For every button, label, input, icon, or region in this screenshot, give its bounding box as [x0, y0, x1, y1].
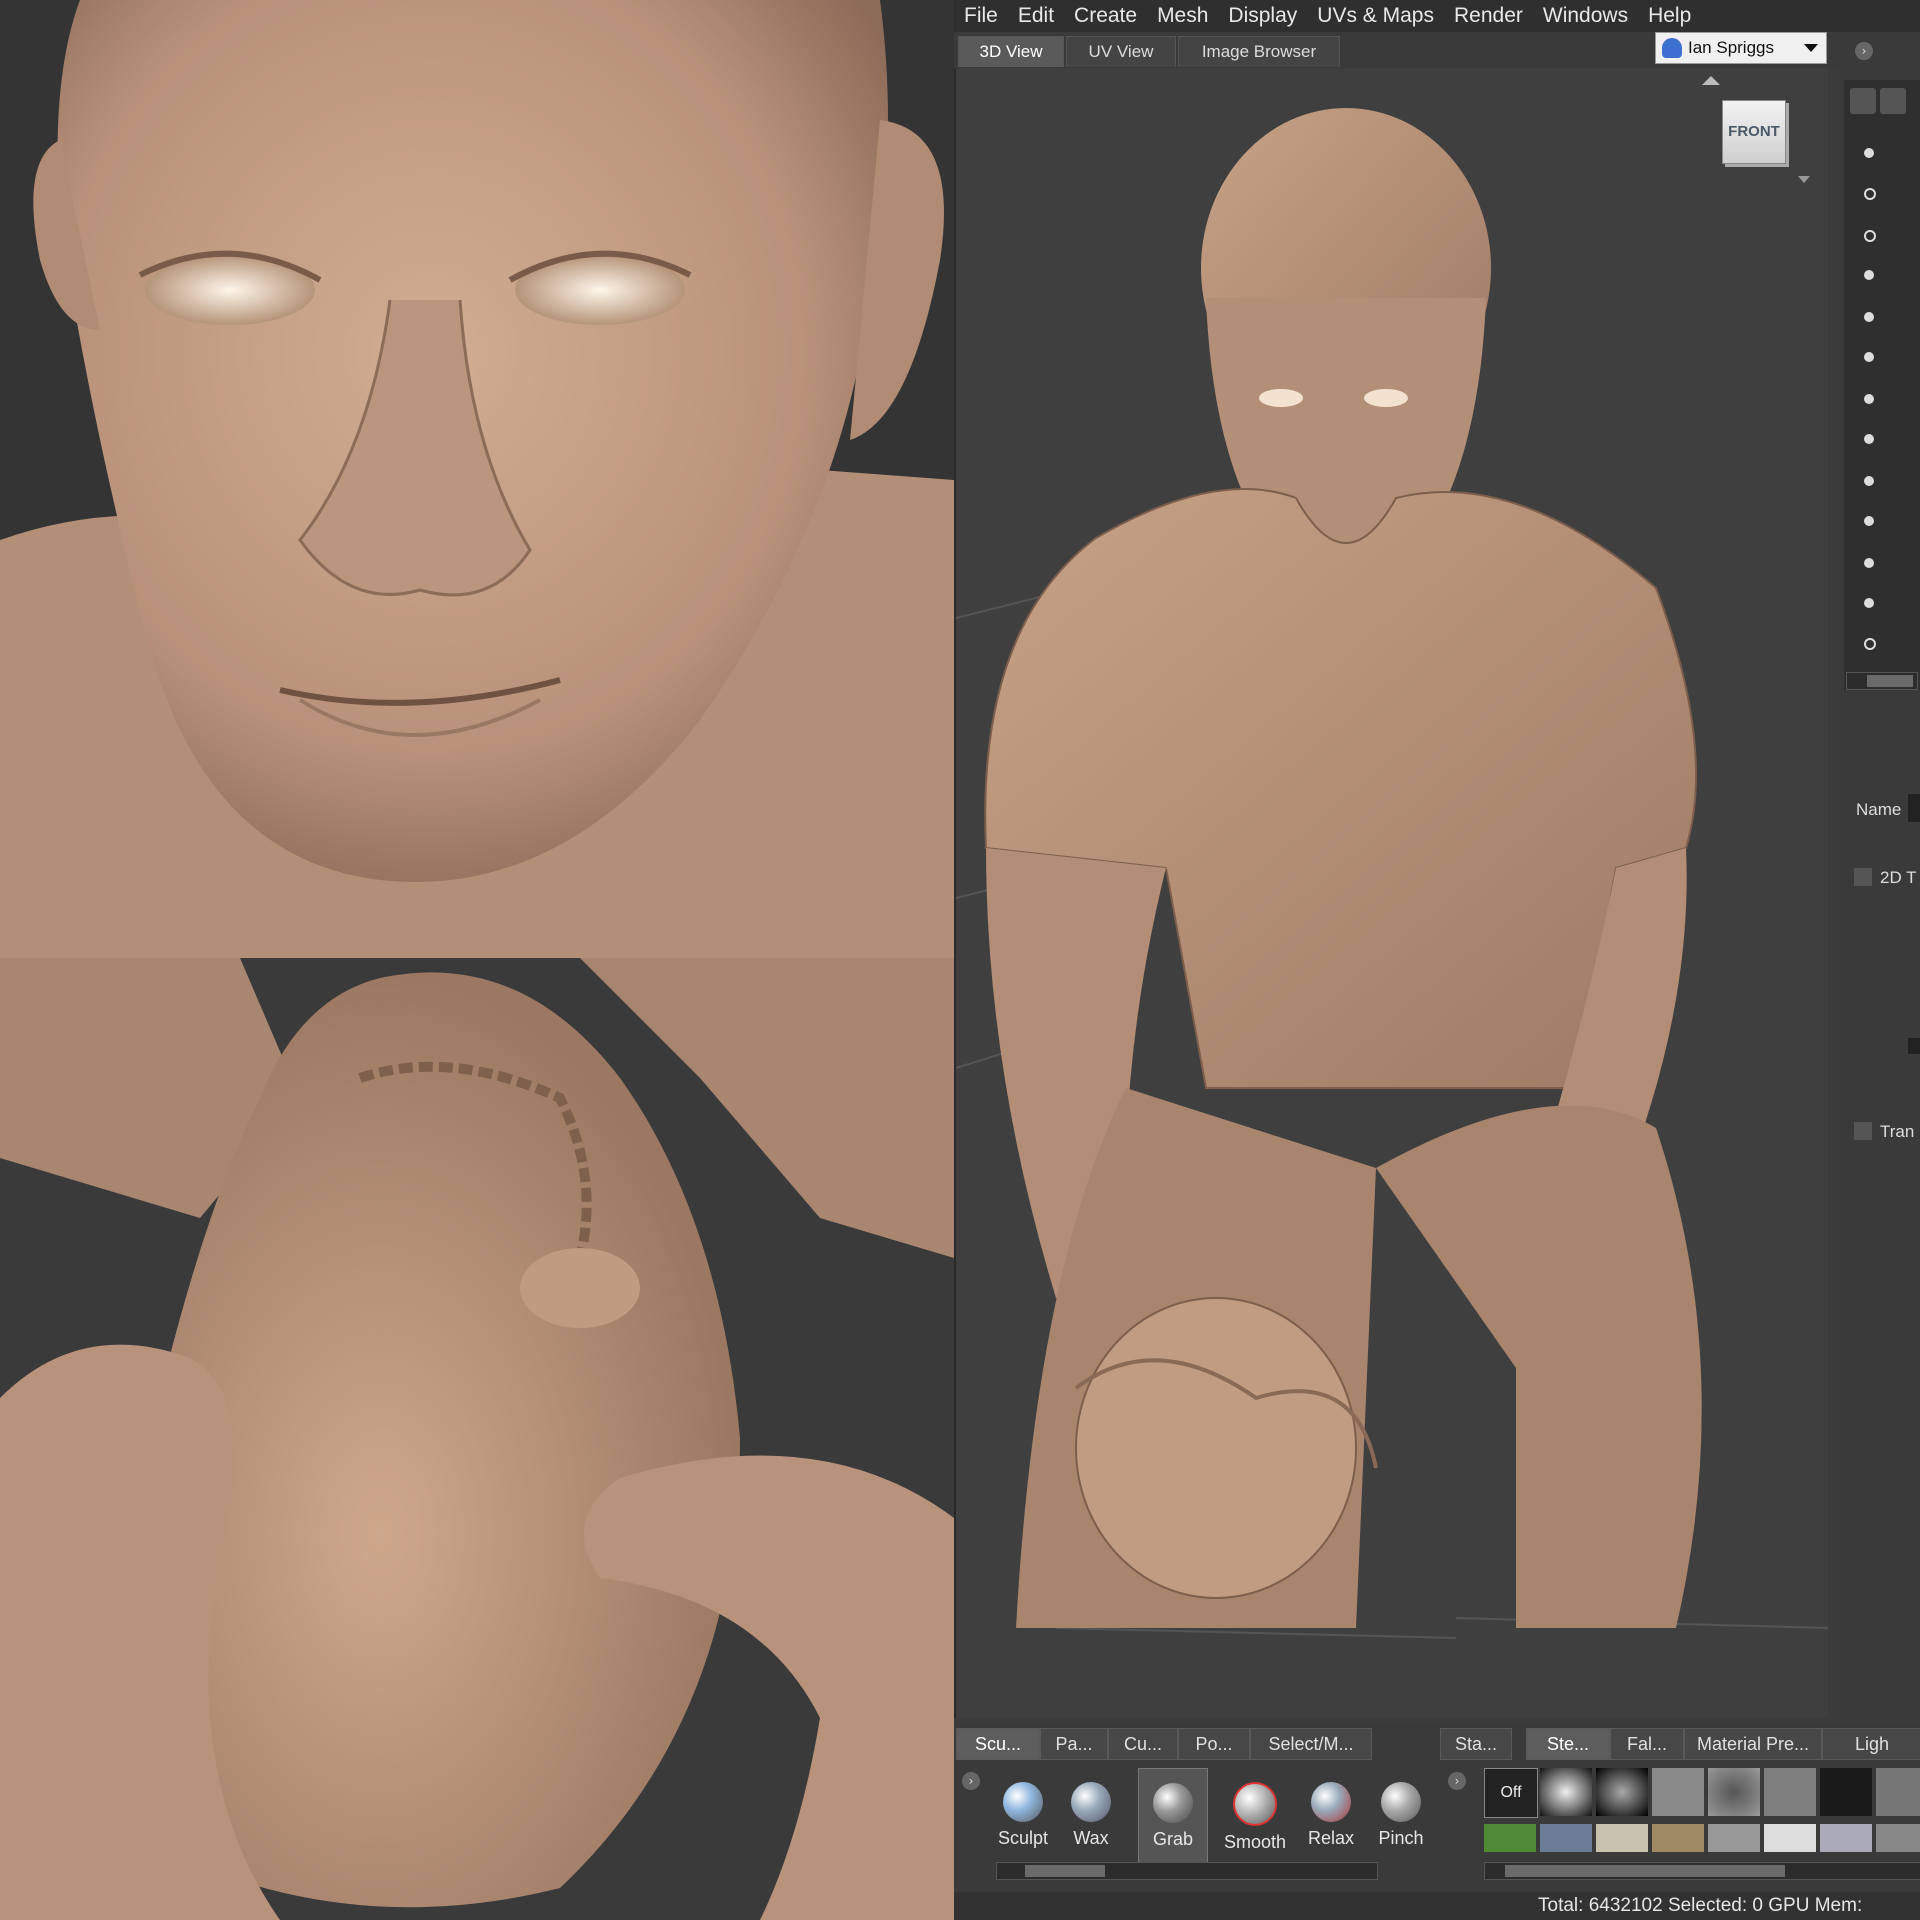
layer-dot[interactable] [1864, 188, 1876, 200]
render-skull-closeup [0, 958, 954, 1920]
layer-list [1844, 80, 1920, 690]
chevron-down-icon [1804, 44, 1818, 52]
checkbox[interactable] [1908, 1038, 1920, 1054]
menu-bar: File Edit Create Mesh Display UVs & Maps… [954, 0, 1920, 32]
pinch-brush-icon [1381, 1782, 1421, 1822]
app-window: File Edit Create Mesh Display UVs & Maps… [954, 0, 1920, 1920]
lock-icon[interactable] [1880, 88, 1906, 114]
section-2d-label: 2D T [1880, 868, 1917, 887]
viewcube[interactable]: FRONT [1722, 100, 1786, 164]
layer-dot[interactable] [1864, 352, 1874, 362]
tab-sculpt[interactable]: Scu... [956, 1728, 1040, 1760]
layer-dot[interactable] [1864, 394, 1874, 404]
tray-expand-icon[interactable]: › [962, 1772, 980, 1790]
stencil-thumb[interactable] [1540, 1768, 1592, 1816]
tab-paint[interactable]: Pa... [1040, 1728, 1108, 1760]
tab-image-browser[interactable]: Image Browser [1178, 36, 1340, 67]
stencil-thumb[interactable] [1876, 1768, 1920, 1816]
menu-uvs-maps[interactable]: UVs & Maps [1307, 4, 1444, 28]
status-bar: Total: 6432102 Selected: 0 GPU Mem: [954, 1892, 1920, 1920]
stencil-thumb[interactable] [1764, 1768, 1816, 1816]
layer-dot[interactable] [1864, 230, 1876, 242]
menu-render[interactable]: Render [1444, 4, 1533, 28]
stencil-off[interactable]: Off [1484, 1768, 1538, 1818]
stencil-thumb[interactable] [1596, 1768, 1648, 1816]
wax-brush-icon [1071, 1782, 1111, 1822]
layers-panel: Name 2D T Tran [1842, 68, 1920, 1718]
section-transform-label: Tran [1880, 1122, 1915, 1141]
user-name: Ian Spriggs [1688, 38, 1774, 57]
layer-dot[interactable] [1864, 598, 1874, 608]
tab-select-move[interactable]: Select/M... [1250, 1728, 1372, 1760]
tool-smooth[interactable]: Smooth [1218, 1768, 1292, 1866]
relax-brush-icon [1311, 1782, 1351, 1822]
user-icon [1662, 38, 1682, 58]
home-icon[interactable] [1702, 76, 1720, 85]
tool-grab[interactable]: Grab [1138, 1768, 1208, 1868]
stencil-thumb[interactable] [1876, 1824, 1920, 1852]
tool-wax[interactable]: Wax [1058, 1768, 1124, 1866]
layer-dot[interactable] [1864, 312, 1874, 322]
tool-pinch[interactable]: Pinch [1368, 1768, 1434, 1866]
stencil-thumb[interactable] [1596, 1824, 1648, 1852]
sculpt-brush-icon [1003, 1782, 1043, 1822]
layer-dot[interactable] [1864, 270, 1874, 280]
viewcube-menu-icon[interactable] [1798, 176, 1810, 183]
menu-help[interactable]: Help [1638, 4, 1701, 28]
tab-lighting[interactable]: Ligh [1822, 1728, 1920, 1760]
menu-mesh[interactable]: Mesh [1147, 4, 1218, 28]
layer-dot[interactable] [1864, 516, 1874, 526]
viewport-3d[interactable]: FRONT [954, 68, 1828, 1718]
viewport-render [956, 68, 1828, 1718]
tab-stamps[interactable]: Sta... [1440, 1728, 1512, 1760]
tool-sculpt[interactable]: Sculpt [990, 1768, 1056, 1866]
name-field[interactable] [1908, 794, 1920, 822]
menu-edit[interactable]: Edit [1008, 4, 1064, 28]
tab-stencils[interactable]: Ste... [1526, 1728, 1610, 1760]
menu-display[interactable]: Display [1218, 4, 1307, 28]
stencil-thumb[interactable] [1708, 1768, 1760, 1816]
layer-dot[interactable] [1864, 638, 1876, 650]
stencils-scrollbar[interactable] [1484, 1862, 1920, 1880]
smooth-brush-icon [1233, 1782, 1277, 1826]
expand-2d-icon[interactable] [1854, 868, 1872, 886]
user-dropdown[interactable]: Ian Spriggs [1655, 32, 1827, 64]
menu-create[interactable]: Create [1064, 4, 1147, 28]
bottom-tray: Scu... Pa... Cu... Po... Select/M... Sta… [954, 1724, 1920, 1920]
eye-icon[interactable] [1850, 88, 1876, 114]
stencil-thumb[interactable] [1652, 1824, 1704, 1852]
tab-falloff[interactable]: Fal... [1610, 1728, 1684, 1760]
tools-scrollbar[interactable] [996, 1862, 1378, 1880]
status-text: Total: 6432102 Selected: 0 GPU Mem: [1538, 1895, 1863, 1916]
render-face-closeup [0, 0, 954, 958]
expand-transform-icon[interactable] [1854, 1122, 1872, 1140]
stencil-thumb[interactable] [1484, 1824, 1536, 1852]
layer-dot[interactable] [1864, 558, 1874, 568]
tab-pose[interactable]: Po... [1178, 1728, 1250, 1760]
tab-material-presets[interactable]: Material Pre... [1684, 1728, 1822, 1760]
tab-3d-view[interactable]: 3D View [958, 36, 1064, 67]
stencil-thumb[interactable] [1652, 1768, 1704, 1816]
tray-expand-icon[interactable]: › [1448, 1772, 1466, 1790]
layer-dot[interactable] [1864, 476, 1874, 486]
tab-uv-view[interactable]: UV View [1066, 36, 1176, 67]
viewcube-label: FRONT [1728, 123, 1780, 140]
grab-brush-icon [1153, 1783, 1193, 1823]
name-label: Name [1856, 800, 1902, 819]
stencil-thumb[interactable] [1540, 1824, 1592, 1852]
stencil-thumb[interactable] [1764, 1824, 1816, 1852]
layer-list-scrollbar[interactable] [1846, 672, 1918, 690]
stencil-thumb[interactable] [1820, 1824, 1872, 1852]
stencil-thumb[interactable] [1820, 1768, 1872, 1816]
tab-curves[interactable]: Cu... [1108, 1728, 1178, 1760]
layer-dot[interactable] [1864, 148, 1874, 158]
menu-windows[interactable]: Windows [1533, 4, 1638, 28]
menu-file[interactable]: File [954, 4, 1008, 28]
layer-dot[interactable] [1864, 434, 1874, 444]
tool-relax[interactable]: Relax [1298, 1768, 1364, 1866]
stencil-thumb[interactable] [1708, 1824, 1760, 1852]
expand-panel-icon[interactable]: › [1855, 42, 1873, 60]
